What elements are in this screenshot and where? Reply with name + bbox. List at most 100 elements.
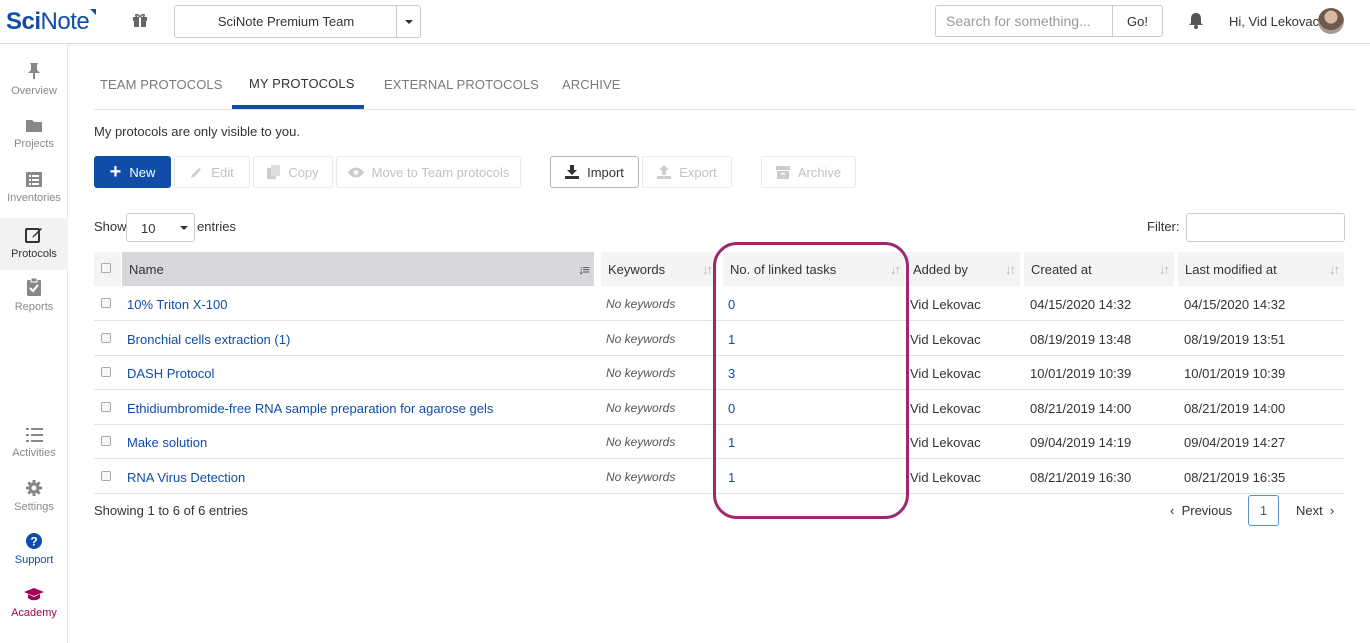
- tab-my-protocols[interactable]: MY PROTOCOLS: [249, 76, 354, 91]
- import-button[interactable]: Import: [550, 156, 639, 188]
- protocol-name-link[interactable]: Make solution: [127, 435, 207, 450]
- sidebar-item-label: Overview: [11, 85, 57, 97]
- linked-tasks-link[interactable]: 3: [728, 366, 735, 381]
- added-by-cell: Vid Lekovac: [910, 470, 981, 485]
- team-switcher[interactable]: SciNote Premium Team: [174, 5, 421, 38]
- column-header-added-by[interactable]: Added by ↓↑: [906, 252, 1020, 286]
- bell-icon[interactable]: [1188, 12, 1204, 29]
- copy-icon: [267, 165, 281, 179]
- entries-per-page-value: 10: [141, 221, 156, 236]
- protocol-name-link[interactable]: DASH Protocol: [127, 366, 214, 381]
- sidebar: Overview Projects Inventories Protocols …: [0, 44, 68, 643]
- plus-icon: +: [109, 161, 122, 183]
- table-row: Make solution No keywords 1 Vid Lekovac …: [94, 425, 1344, 459]
- folder-icon: [26, 120, 42, 132]
- row-checkbox[interactable]: [101, 402, 111, 412]
- keywords-cell: No keywords: [606, 401, 676, 415]
- column-header-linked-tasks[interactable]: No. of linked tasks ↓↑: [723, 252, 905, 286]
- protocol-name-link[interactable]: Bronchial cells extraction (1): [127, 332, 290, 347]
- upload-icon: [657, 165, 672, 179]
- tab-team-protocols[interactable]: TEAM PROTOCOLS: [100, 77, 223, 92]
- sidebar-item-inventories[interactable]: Inventories: [0, 172, 68, 224]
- row-checkbox[interactable]: [101, 471, 111, 481]
- linked-tasks-link[interactable]: 1: [728, 470, 735, 485]
- table-row: RNA Virus Detection No keywords 1 Vid Le…: [94, 460, 1344, 494]
- pagination-next[interactable]: Next ›: [1296, 503, 1334, 518]
- sidebar-item-label: Activities: [12, 447, 56, 459]
- added-by-cell: Vid Lekovac: [910, 332, 981, 347]
- tab-archive[interactable]: ARCHIVE: [562, 77, 621, 92]
- user-greeting[interactable]: Hi, Vid Lekovac: [1229, 14, 1319, 29]
- sidebar-item-label: Settings: [14, 501, 54, 513]
- added-by-cell: Vid Lekovac: [910, 435, 981, 450]
- pagination-previous[interactable]: ‹ Previous: [1170, 503, 1232, 518]
- sidebar-item-label: Projects: [14, 138, 54, 150]
- logo-flag-icon: [90, 9, 97, 15]
- protocol-tabs: TEAM PROTOCOLS MY PROTOCOLS EXTERNAL PRO…: [94, 65, 1356, 110]
- keywords-cell: No keywords: [606, 435, 676, 449]
- added-by-cell: Vid Lekovac: [910, 401, 981, 416]
- sidebar-item-label: Reports: [14, 301, 54, 313]
- sidebar-item-protocols[interactable]: Protocols: [0, 218, 68, 270]
- chevron-right-icon: ›: [1322, 503, 1335, 518]
- edit-button[interactable]: Edit: [174, 156, 250, 188]
- protocol-name-link[interactable]: Ethidiumbromide-free RNA sample preparat…: [127, 401, 493, 416]
- sort-desc-icon: ↓≡: [577, 262, 590, 277]
- column-header-name[interactable]: Name ↓≡: [122, 252, 594, 286]
- move-to-team-button[interactable]: Move to Team protocols: [336, 156, 521, 188]
- archive-button[interactable]: Archive: [761, 156, 856, 188]
- row-checkbox[interactable]: [101, 333, 111, 343]
- sort-icon: ↓↑: [1005, 262, 1016, 277]
- sidebar-item-reports[interactable]: Reports: [0, 278, 68, 330]
- sort-icon: ↓↑: [1329, 262, 1340, 277]
- move-button-label: Move to Team protocols: [371, 164, 510, 180]
- linked-tasks-link[interactable]: 0: [728, 401, 735, 416]
- export-button[interactable]: Export: [642, 156, 732, 188]
- sort-icon: ↓↑: [1159, 262, 1170, 277]
- visibility-note: My protocols are only visible to you.: [94, 124, 300, 139]
- sidebar-item-academy[interactable]: Academy: [0, 587, 68, 639]
- modified-at-cell: 08/19/2019 13:51: [1184, 332, 1286, 347]
- created-at-cell: 04/15/2020 14:32: [1030, 297, 1132, 312]
- modified-at-cell: 08/21/2019 14:00: [1184, 401, 1286, 416]
- linked-tasks-link[interactable]: 0: [728, 297, 735, 312]
- sidebar-item-projects[interactable]: Projects: [0, 118, 68, 170]
- row-checkbox[interactable]: [101, 298, 111, 308]
- select-all-checkbox[interactable]: [101, 263, 111, 273]
- team-name: SciNote Premium Team: [217, 14, 355, 29]
- entries-per-page-select[interactable]: 10: [126, 213, 195, 242]
- sidebar-item-activities[interactable]: Activities: [0, 428, 68, 480]
- protocol-name-link[interactable]: RNA Virus Detection: [127, 470, 245, 485]
- sidebar-item-label: Protocols: [11, 248, 57, 260]
- avatar[interactable]: [1318, 8, 1344, 34]
- sidebar-item-settings[interactable]: Settings: [0, 480, 68, 532]
- team-dropdown-toggle[interactable]: [396, 6, 420, 37]
- table-row: Ethidiumbromide-free RNA sample preparat…: [94, 391, 1344, 425]
- keywords-cell: No keywords: [606, 297, 676, 311]
- clipboard-icon: [27, 278, 41, 296]
- copy-button[interactable]: Copy: [253, 156, 333, 188]
- logo-bold: Sci: [6, 8, 41, 35]
- pagination-page-1[interactable]: 1: [1248, 495, 1279, 526]
- new-protocol-button[interactable]: + New: [94, 156, 171, 188]
- filter-input[interactable]: [1186, 213, 1345, 242]
- linked-tasks-link[interactable]: 1: [728, 435, 735, 450]
- linked-tasks-link[interactable]: 1: [728, 332, 735, 347]
- sidebar-item-overview[interactable]: Overview: [0, 62, 68, 114]
- modified-at-cell: 09/04/2019 14:27: [1184, 435, 1286, 450]
- protocol-name-link[interactable]: 10% Triton X-100: [127, 297, 227, 312]
- column-header-keywords[interactable]: Keywords ↓↑: [601, 252, 717, 286]
- keywords-cell: No keywords: [606, 366, 676, 380]
- column-header-last-modified[interactable]: Last modified at ↓↑: [1178, 252, 1344, 286]
- row-checkbox[interactable]: [101, 436, 111, 446]
- search-input[interactable]: [935, 5, 1113, 37]
- tab-external-protocols[interactable]: EXTERNAL PROTOCOLS: [384, 77, 539, 92]
- search-go-button[interactable]: Go!: [1112, 5, 1163, 37]
- column-header-created-at[interactable]: Created at ↓↑: [1024, 252, 1174, 286]
- sidebar-item-support[interactable]: ? Support: [0, 533, 68, 585]
- list-icon: [25, 428, 43, 442]
- row-checkbox[interactable]: [101, 367, 111, 377]
- chevron-down-icon: [405, 20, 413, 24]
- gift-icon[interactable]: [132, 12, 148, 28]
- scinote-logo[interactable]: SciNote: [6, 8, 97, 36]
